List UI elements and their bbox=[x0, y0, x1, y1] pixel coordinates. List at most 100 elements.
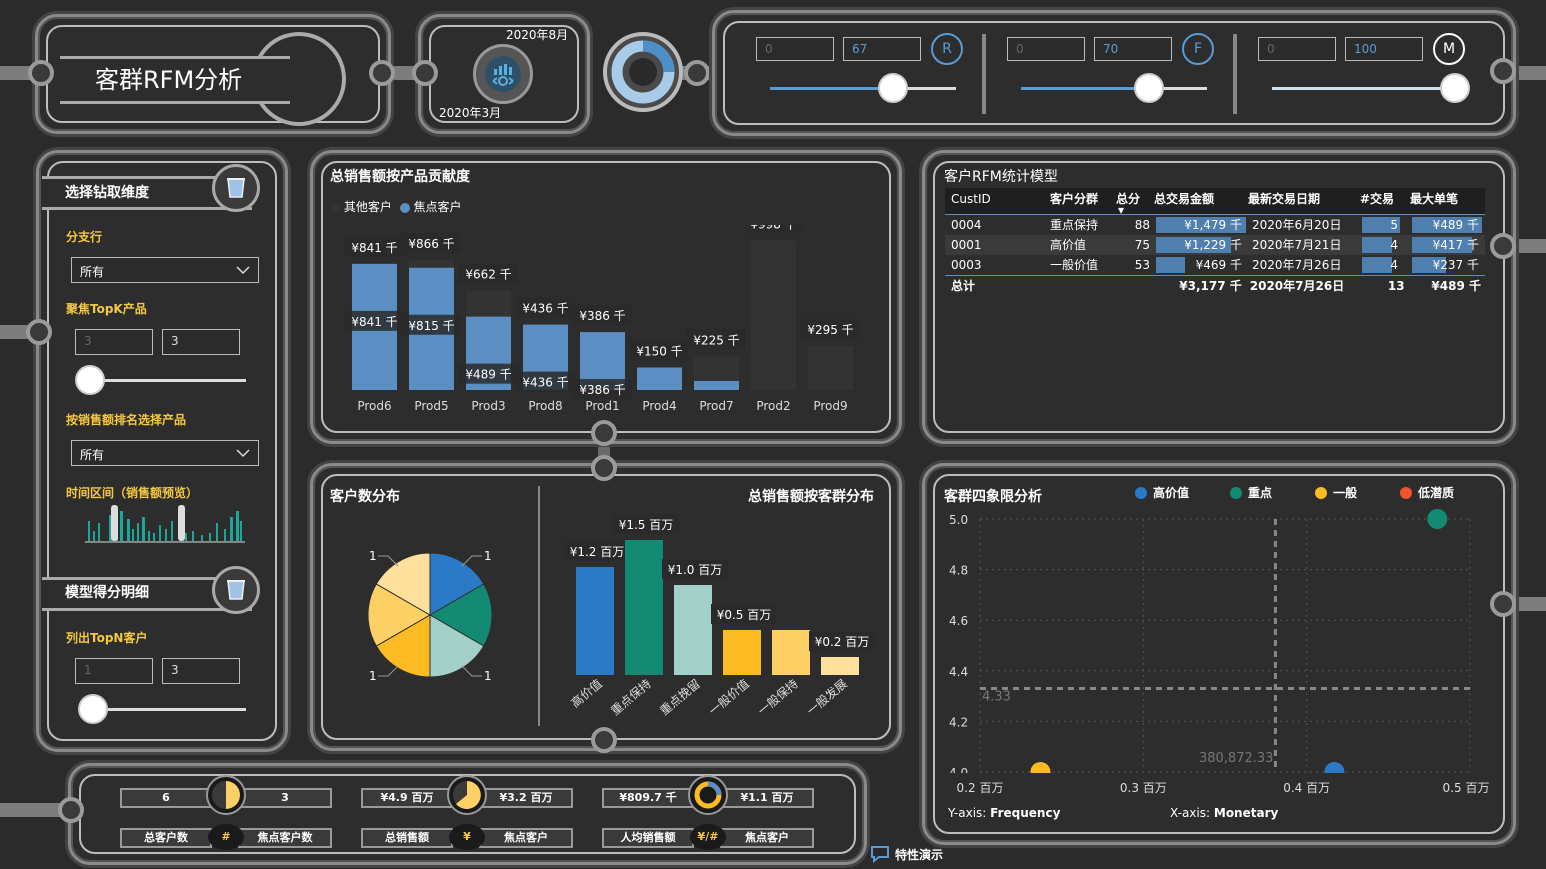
topn-min-input[interactable]: 1 bbox=[75, 658, 153, 684]
page-title: 客群RFM分析 bbox=[95, 66, 243, 94]
table-row[interactable]: 0001 高价值 75 ¥1,229 千 2020年7月21日 4 ¥417 千 bbox=[945, 235, 1485, 255]
m-slider-thumb[interactable] bbox=[1440, 73, 1470, 103]
knob bbox=[591, 455, 617, 481]
x-tick-label: Prod4 bbox=[642, 399, 676, 413]
quadrant-scatter-chart[interactable]: 5.04.84.64.44.24.00.2 百万0.3 百万0.4 百万0.5 … bbox=[940, 505, 1500, 800]
m-slider-fill bbox=[1272, 87, 1452, 90]
m-max-input[interactable]: 100 bbox=[1345, 37, 1423, 61]
data-label: ¥225 千 bbox=[686, 329, 746, 350]
topk-label: 聚焦TopK产品 bbox=[66, 302, 147, 316]
kpi-ratio-gauge bbox=[206, 775, 246, 815]
topn-max-input[interactable]: 3 bbox=[162, 658, 240, 684]
pie-label: 1 bbox=[369, 549, 377, 563]
date-range-button[interactable] bbox=[473, 44, 533, 104]
total-amount: ¥3,177 千 bbox=[1179, 279, 1242, 293]
f-max-input[interactable]: 70 bbox=[1094, 37, 1172, 61]
ring-icon bbox=[694, 781, 722, 809]
time-range-sparkbars[interactable] bbox=[85, 503, 245, 545]
segment-bar-label: ¥0.5 百万 bbox=[717, 608, 772, 622]
chevron-down-icon bbox=[236, 266, 250, 275]
f-min-input[interactable]: 0 bbox=[1007, 37, 1085, 61]
kpi-ratio-gauge bbox=[447, 775, 487, 815]
legend-item[interactable]: 低潜质 bbox=[1400, 484, 1480, 501]
topk-max-input[interactable]: 3 bbox=[162, 329, 240, 355]
bar-focus bbox=[637, 367, 682, 390]
cell-score: 88 bbox=[1134, 218, 1150, 232]
amount-databar bbox=[1156, 257, 1185, 273]
product-bar-chart[interactable]: ¥841 千 ¥841 千 Prod6 ¥866 千 ¥815 千 Prod5 ¥662 千… bbox=[330, 225, 875, 420]
bar-total-label: ¥386 千 bbox=[579, 309, 625, 323]
data-label: ¥0.5 百万 bbox=[711, 604, 777, 624]
time-range-label: 时间区间（销售额预览） bbox=[66, 486, 199, 500]
data-label: ¥0.2 百万 bbox=[809, 631, 875, 651]
r-min-input[interactable]: 0 bbox=[756, 37, 834, 61]
pie-label: 1 bbox=[369, 669, 377, 683]
bar-focus-label: ¥436 千 bbox=[522, 376, 568, 390]
col-header-sorted[interactable]: 总分 ▼ bbox=[1116, 188, 1154, 215]
kpi-symbol: # bbox=[208, 824, 244, 850]
segment-bar-label: ¥1.2 百万 bbox=[570, 545, 625, 559]
rank-select[interactable]: 所有 bbox=[71, 440, 259, 466]
feature-demo-label: 特性演示 bbox=[895, 847, 944, 862]
feature-demo-link[interactable]: 特性演示 bbox=[870, 845, 943, 863]
legend-item[interactable]: 高价值 bbox=[1135, 484, 1230, 501]
data-label: ¥1.5 百万 bbox=[613, 514, 679, 534]
legend-item[interactable]: 一般 bbox=[1315, 484, 1400, 501]
amount-value: ¥1,229 千 bbox=[1184, 238, 1242, 252]
logo-donut bbox=[603, 32, 683, 112]
table-row[interactable]: 0003 一般价值 53 ¥469 千 2020年7月26日 4 ¥237 千 bbox=[945, 255, 1485, 275]
x-tick-label: Prod5 bbox=[414, 399, 448, 413]
col-header[interactable]: 总交易金额 bbox=[1154, 188, 1248, 214]
knob bbox=[1490, 233, 1516, 259]
col-header[interactable]: 客户分群 bbox=[1050, 188, 1116, 214]
f-slider-thumb[interactable] bbox=[1134, 73, 1164, 103]
bar-total-label: ¥841 千 bbox=[351, 241, 397, 255]
col-header[interactable]: #交易 bbox=[1360, 188, 1410, 214]
branch-select[interactable]: 所有 bbox=[71, 257, 259, 283]
f-slider-fill bbox=[1021, 87, 1148, 90]
eraser-button[interactable] bbox=[212, 164, 260, 212]
col-header[interactable]: CustID bbox=[945, 188, 1050, 214]
drill-title: 选择钻取维度 bbox=[65, 185, 149, 201]
scatter-point bbox=[1427, 509, 1448, 529]
col-header[interactable]: 最新交易日期 bbox=[1248, 188, 1360, 214]
branch-label: 分支行 bbox=[66, 230, 103, 244]
branch-select-value: 所有 bbox=[80, 265, 105, 279]
eraser-button[interactable] bbox=[212, 566, 260, 614]
r-slider-thumb[interactable] bbox=[878, 73, 908, 103]
segment-bar bbox=[723, 630, 761, 675]
x-tick-label: 0.2 百万 bbox=[957, 781, 1004, 795]
max-value: ¥237 千 bbox=[1432, 258, 1479, 272]
x-axis-name: Monetary bbox=[1213, 806, 1279, 820]
topk-min-input[interactable]: 3 bbox=[75, 329, 153, 355]
x-tick-label: 一般保持 bbox=[755, 676, 801, 718]
pie-portion-icon bbox=[453, 781, 481, 809]
kpi-label-focus: 焦点客户数 bbox=[238, 828, 332, 848]
r-max-input[interactable]: 67 bbox=[843, 37, 921, 61]
cell-amount: ¥1,479 千 bbox=[1154, 215, 1248, 235]
quadrant-legend: 高价值 重点 一般 低潜质 bbox=[1135, 484, 1480, 501]
x-tick-label: 一般价值 bbox=[706, 676, 752, 718]
cell-count: 5 bbox=[1360, 215, 1410, 235]
table-row[interactable]: 0004 重点保持 88 ¥1,479 千 2020年6月20日 5 ¥489 千 bbox=[945, 215, 1485, 235]
quadrant-title: 客群四象限分析 bbox=[944, 489, 1042, 505]
topn-slider-thumb[interactable] bbox=[78, 694, 108, 724]
topn-slider-track bbox=[85, 708, 246, 711]
kpi-label-total: 人均销售额 bbox=[602, 828, 694, 848]
m-min-input[interactable]: 0 bbox=[1258, 37, 1336, 61]
leader-line bbox=[378, 665, 399, 677]
legend-label-other: 其他客户 bbox=[343, 200, 392, 214]
col-header[interactable]: 最大单笔 bbox=[1410, 188, 1485, 214]
legend-item[interactable]: 重点 bbox=[1230, 484, 1315, 501]
knob bbox=[28, 60, 54, 86]
total-max: ¥489 千 bbox=[1431, 279, 1481, 293]
topk-slider-thumb[interactable] bbox=[75, 365, 105, 395]
product-chart-title: 总销售额按产品贡献度 bbox=[330, 169, 470, 185]
legend-dot bbox=[1135, 486, 1147, 499]
segment-bar-chart[interactable]: ¥1.2 百万高价值 ¥1.5 百万重点保持 ¥1.0 百万重点挽留 ¥0.5 百万一… bbox=[548, 510, 878, 735]
bar-total-label: ¥225 千 bbox=[693, 333, 739, 347]
rfm-table-title: 客户RFM统计模型 bbox=[944, 169, 1058, 185]
data-label: ¥386 千 bbox=[572, 379, 632, 400]
kpi-value-total: ¥809.7 千 bbox=[602, 788, 694, 808]
bar-other bbox=[694, 356, 739, 381]
